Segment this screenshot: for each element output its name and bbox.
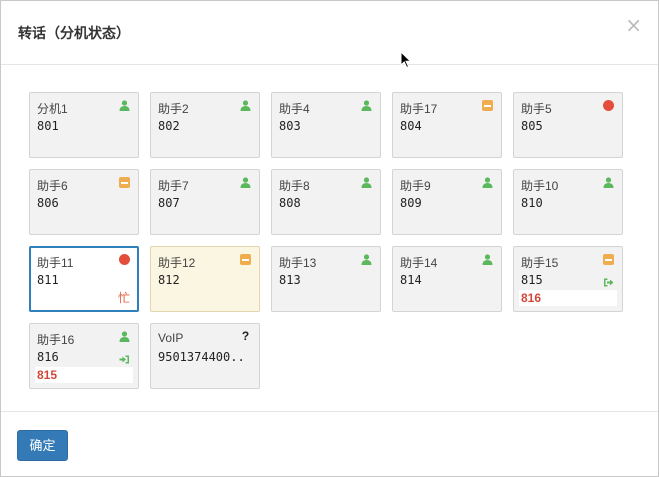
extension-number: 808	[279, 196, 301, 210]
extension-card[interactable]: 助手16 816 815	[29, 323, 139, 389]
extension-card-selected[interactable]: 助手12 812	[150, 246, 260, 312]
extension-name: 助手5	[521, 102, 552, 116]
unknown-status-icon: ?	[241, 329, 250, 343]
dialog-title: 转话（分机状态）	[18, 26, 130, 42]
busy-label: 忙	[117, 291, 130, 305]
extension-number: 813	[279, 273, 301, 287]
extension-card[interactable]: 助手6 806	[29, 169, 139, 235]
dialog-footer: 确定	[1, 411, 658, 476]
busy-dot-icon	[603, 100, 614, 111]
extension-card[interactable]: VoIP 9501374400.. ?	[150, 323, 260, 389]
user-online-icon	[119, 100, 130, 111]
extension-card[interactable]: 助手10 810	[513, 169, 623, 235]
dialog-header: 转话（分机状态） ×	[1, 1, 658, 65]
extension-number: 803	[279, 119, 301, 133]
extension-card[interactable]: 助手4 803	[271, 92, 381, 158]
user-online-icon	[361, 100, 372, 111]
mouse-cursor-icon	[400, 51, 412, 69]
extension-name: 助手15	[521, 256, 559, 270]
extension-name: 分机1	[37, 102, 68, 116]
extension-name: 助手2	[158, 102, 189, 116]
user-online-icon	[240, 100, 251, 111]
user-online-icon	[482, 177, 493, 188]
extension-name: 助手12	[158, 256, 196, 270]
extension-name: 助手14	[400, 256, 438, 270]
extension-number: 815	[521, 273, 543, 287]
extension-name: 助手6	[37, 179, 68, 193]
extension-card[interactable]: 助手8 808	[271, 169, 381, 235]
extension-number: 812	[158, 273, 180, 287]
user-online-icon	[603, 177, 614, 188]
extension-number: 805	[521, 119, 543, 133]
extension-card[interactable]: 分机1 801	[29, 92, 139, 158]
extension-number: 807	[158, 196, 180, 210]
call-out-icon	[603, 273, 614, 287]
user-online-icon	[361, 254, 372, 265]
user-online-icon	[361, 177, 372, 188]
extension-card[interactable]: 助手13 813	[271, 246, 381, 312]
extension-card[interactable]: 助手7 807	[150, 169, 260, 235]
connected-peer: 815	[35, 367, 133, 383]
extension-name: 助手10	[521, 179, 559, 193]
extension-grid: 分机1 801 助手2 802 助手4 803 助手17 804 助手5 805…	[29, 92, 629, 392]
extension-number: 809	[400, 196, 422, 210]
extension-number: 811	[37, 273, 59, 287]
extension-card[interactable]: 助手9 809	[392, 169, 502, 235]
extension-card[interactable]: 助手5 805	[513, 92, 623, 158]
extension-name: 助手17	[400, 102, 438, 116]
do-not-disturb-icon	[240, 254, 251, 265]
busy-dot-icon	[119, 254, 130, 265]
user-online-icon	[119, 331, 130, 342]
extension-name: 助手4	[279, 102, 310, 116]
extension-number: 801	[37, 119, 59, 133]
extension-card[interactable]: 助手17 804	[392, 92, 502, 158]
extension-number: 814	[400, 273, 422, 287]
extension-card[interactable]: 助手15 815 816	[513, 246, 623, 312]
extension-name: 助手9	[400, 179, 431, 193]
extension-name: 助手11	[37, 256, 74, 270]
extension-number: 804	[400, 119, 422, 133]
extension-name: 助手7	[158, 179, 189, 193]
extension-card[interactable]: 助手14 814	[392, 246, 502, 312]
extension-name: 助手13	[279, 256, 317, 270]
connected-peer: 816	[519, 290, 617, 306]
extension-name: 助手16	[37, 333, 75, 347]
close-icon[interactable]: ×	[625, 15, 642, 35]
ok-button[interactable]: 确定	[17, 430, 68, 461]
extension-number: 802	[158, 119, 180, 133]
extension-card-focused[interactable]: 助手11 811 忙	[29, 246, 139, 312]
extension-number: 806	[37, 196, 59, 210]
extension-name: VoIP	[158, 331, 184, 345]
extension-card[interactable]: 助手2 802	[150, 92, 260, 158]
do-not-disturb-icon	[119, 177, 130, 188]
do-not-disturb-icon	[603, 254, 614, 265]
extension-name: 助手8	[279, 179, 310, 193]
extension-number: 9501374400..	[158, 350, 245, 364]
do-not-disturb-icon	[482, 100, 493, 111]
extension-number: 816	[37, 350, 59, 364]
transfer-dialog: 转话（分机状态） × 分机1 801 助手2 802 助手4 803 助手17 …	[0, 0, 659, 477]
call-in-icon	[119, 350, 130, 364]
user-online-icon	[240, 177, 251, 188]
user-online-icon	[482, 254, 493, 265]
extension-number: 810	[521, 196, 543, 210]
